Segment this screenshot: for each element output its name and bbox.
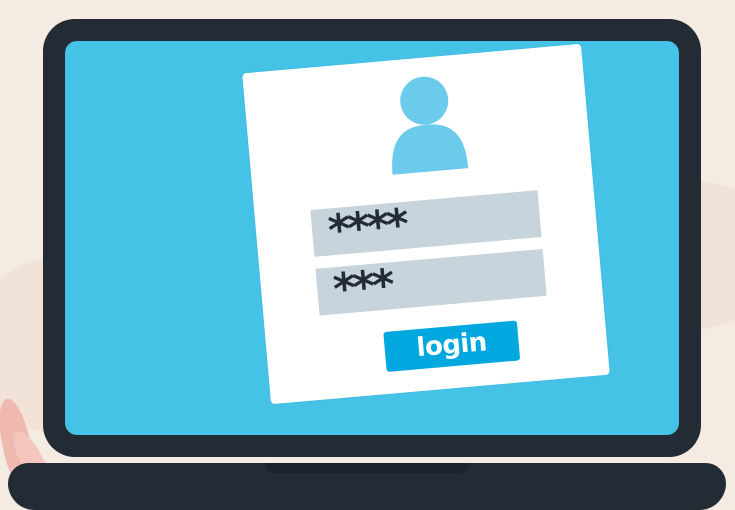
username-field[interactable]: **** [310, 190, 542, 257]
user-avatar-icon [380, 72, 472, 177]
laptop-base-notch [265, 463, 469, 473]
laptop-base [8, 463, 726, 510]
password-field[interactable]: *** [315, 248, 547, 316]
username-masked-value: **** [326, 199, 409, 257]
login-button[interactable]: login [383, 320, 521, 372]
laptop-screen: **** *** login [65, 41, 679, 435]
login-illustration: **** *** login [0, 0, 735, 510]
login-dialog: **** *** login [242, 43, 610, 405]
password-masked-value: *** [331, 260, 394, 316]
laptop-frame: **** *** login [43, 19, 701, 457]
